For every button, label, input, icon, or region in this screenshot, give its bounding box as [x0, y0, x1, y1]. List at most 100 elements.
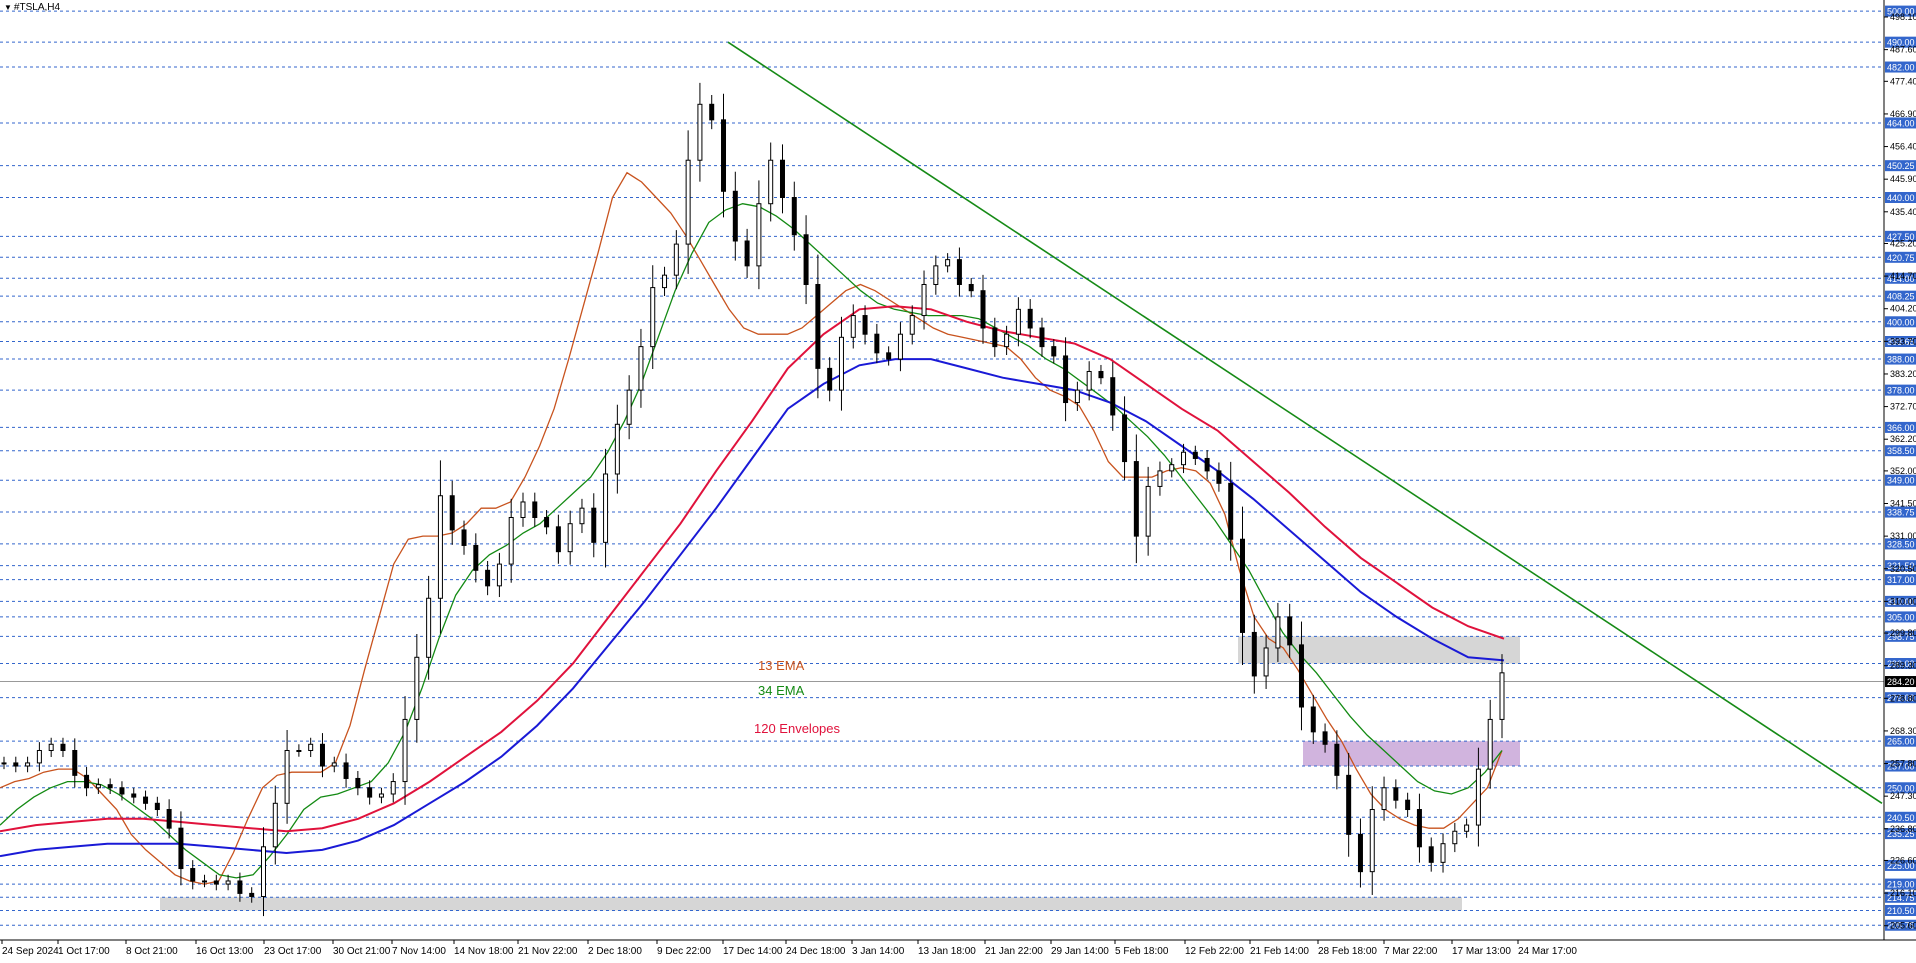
- candle: [779, 144, 785, 214]
- price-scale-label: 393.70: [1890, 336, 1916, 346]
- candle: [1216, 462, 1222, 492]
- candle-body: [968, 283, 974, 292]
- candle-body: [225, 880, 231, 885]
- candle: [673, 230, 679, 290]
- candle: [48, 737, 54, 758]
- time-tick-label: 16 Oct 13:00: [196, 946, 254, 957]
- candle-body: [1464, 824, 1470, 832]
- candle: [815, 254, 821, 399]
- candle: [980, 274, 986, 344]
- legend-34-ema: 34 EMA: [758, 683, 805, 698]
- candle: [697, 82, 703, 182]
- candle: [1334, 730, 1340, 790]
- candle: [532, 492, 538, 527]
- candle: [1405, 792, 1411, 817]
- candle-body: [1157, 470, 1163, 487]
- price-scale-label: 477.40: [1890, 76, 1916, 86]
- time-tick-label: 14 Nov 18:00: [454, 946, 514, 957]
- candle-body: [390, 781, 396, 795]
- candle: [367, 780, 373, 805]
- price-scale-label: 487.60: [1890, 45, 1916, 55]
- trendline-layer: [727, 41, 1883, 804]
- candle-body: [1428, 846, 1434, 863]
- candle-body: [13, 762, 19, 767]
- candle: [508, 498, 514, 583]
- candle-body: [1063, 355, 1069, 404]
- candle-body: [756, 203, 762, 267]
- level-label: 358.50: [1887, 446, 1915, 456]
- candle-body: [1381, 787, 1387, 811]
- price-scale-label: 466.90: [1890, 109, 1916, 119]
- candle-body: [709, 103, 715, 121]
- price-scale-label: 352.00: [1890, 466, 1916, 476]
- candle: [992, 317, 998, 357]
- candle: [768, 142, 774, 222]
- candle-body: [1298, 644, 1304, 708]
- level-label: 349.00: [1887, 476, 1915, 486]
- candle-body: [862, 315, 868, 335]
- time-tick-label: 13 Jan 18:00: [918, 946, 976, 957]
- candle-body: [1334, 743, 1340, 776]
- candle-body: [1499, 672, 1505, 720]
- candle: [1499, 654, 1505, 739]
- candle-body: [603, 473, 609, 543]
- level-label: 450.25: [1887, 161, 1915, 171]
- candle: [874, 323, 880, 364]
- candles-layer: [1, 82, 1505, 917]
- price-scale-label: 404.20: [1890, 304, 1916, 314]
- candle: [473, 533, 479, 583]
- time-tick-label: 9 Dec 22:00: [657, 946, 711, 957]
- candle-body: [650, 287, 656, 348]
- candle: [1063, 337, 1069, 422]
- envelope-upper-line: [0, 305, 1505, 833]
- candle: [909, 305, 915, 345]
- candle: [1369, 786, 1375, 895]
- level-label: 388.00: [1887, 355, 1915, 365]
- candle-body: [685, 159, 691, 245]
- candle: [60, 737, 66, 758]
- candle-body: [143, 796, 149, 804]
- price-scale-label: 226.60: [1890, 855, 1916, 865]
- candle-body: [237, 880, 243, 894]
- candle: [107, 778, 113, 794]
- candle: [1015, 297, 1021, 347]
- level-label: 400.00: [1887, 317, 1915, 327]
- candle: [803, 215, 809, 305]
- candle-body: [461, 529, 467, 546]
- candle: [1074, 381, 1080, 411]
- candle: [732, 171, 738, 261]
- price-chart[interactable]: 500.00490.00482.00464.00450.25440.00427.…: [0, 0, 1916, 963]
- candle-body: [933, 265, 939, 285]
- candle: [603, 448, 609, 568]
- time-tick-label: 21 Nov 22:00: [518, 946, 578, 957]
- candle-body: [1086, 370, 1092, 391]
- candle-body: [496, 563, 502, 587]
- candle-body: [1192, 451, 1198, 459]
- candle: [626, 375, 632, 440]
- indicator-lines-layer: [0, 171, 1505, 885]
- candle: [579, 498, 585, 534]
- candle-body: [1452, 830, 1458, 845]
- candle-body: [1145, 485, 1151, 537]
- candle: [1110, 361, 1116, 431]
- time-tick-label: 21 Jan 22:00: [985, 946, 1043, 957]
- candle: [1346, 752, 1352, 857]
- candle: [343, 753, 349, 788]
- zone-gray: [160, 897, 1462, 911]
- price-scale-label: 278.80: [1890, 693, 1916, 703]
- candle: [638, 328, 644, 408]
- candle-body: [1204, 457, 1210, 472]
- candle: [296, 744, 302, 757]
- candle-body: [131, 793, 137, 798]
- price-scale-label: 299.80: [1890, 628, 1916, 638]
- candle-body: [107, 784, 113, 789]
- candle-body: [166, 809, 172, 829]
- candle: [1157, 461, 1163, 496]
- candle-body: [1, 762, 7, 765]
- candle-body: [190, 868, 196, 882]
- candle: [1428, 837, 1434, 872]
- candle: [13, 756, 19, 773]
- candle-body: [213, 880, 219, 885]
- candle-body: [1346, 774, 1352, 835]
- candle-body: [544, 516, 550, 528]
